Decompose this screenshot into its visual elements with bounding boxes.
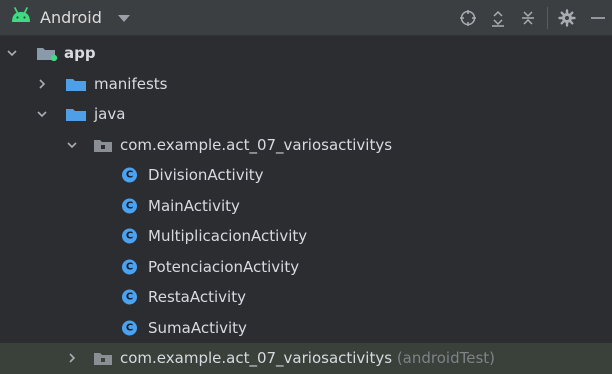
tree-node-package[interactable]: com.example.act_07_variosactivitys: [0, 130, 612, 161]
class-icon: C: [122, 289, 137, 305]
gear-icon[interactable]: [552, 0, 582, 36]
tree-label-package-test: com.example.act_07_variosactivitys (andr…: [120, 349, 495, 367]
folder-icon: [66, 78, 86, 91]
expand-all-icon[interactable]: [483, 0, 513, 36]
class-icon: C: [122, 167, 137, 183]
tree-node-class[interactable]: C RestaActivity: [0, 282, 612, 313]
tree-label-class: PotenciacionActivity: [148, 257, 300, 276]
class-icon: C: [122, 320, 137, 336]
chevron-down-icon[interactable]: [36, 108, 48, 120]
chevron-down-icon[interactable]: [66, 139, 78, 151]
tree-label-java: java: [94, 105, 126, 124]
tree-label-class: MainActivity: [148, 196, 240, 215]
tree-label-class: MultiplicacionActivity: [148, 227, 308, 246]
toolbar-actions: [453, 0, 612, 36]
crosshair-icon[interactable]: [453, 0, 483, 36]
tree-node-java[interactable]: java: [0, 99, 612, 130]
folder-icon: [66, 109, 86, 122]
tree-label-class: SumaActivity: [148, 318, 247, 337]
tree-label-class: DivisionActivity: [148, 166, 264, 185]
package-test-name: com.example.act_07_variosactivitys: [120, 349, 393, 368]
project-toolbar: Android: [0, 0, 612, 36]
minimize-icon[interactable]: [582, 0, 612, 36]
project-panel: Android app manifests java com.example.a…: [0, 0, 612, 374]
chevron-down-icon: [117, 15, 130, 22]
tree-node-class[interactable]: C SumaActivity: [0, 313, 612, 344]
package-test-suffix: (androidTest): [396, 349, 495, 368]
tree-node-manifests[interactable]: manifests: [0, 69, 612, 100]
chevron-down-icon[interactable]: [6, 47, 18, 59]
toolbar-separator: [547, 7, 548, 29]
package-icon: [94, 353, 112, 366]
tree-label-app: app: [64, 44, 96, 63]
tree-label-manifests: manifests: [94, 74, 168, 93]
tree-node-app[interactable]: app: [0, 38, 612, 69]
tree-label-class: RestaActivity: [148, 288, 246, 307]
android-icon: [10, 7, 32, 27]
tree-node-class[interactable]: C MultiplicacionActivity: [0, 221, 612, 252]
tree-node-package-test[interactable]: com.example.act_07_variosactivitys (andr…: [0, 343, 612, 374]
class-icon: C: [122, 228, 137, 244]
class-icon: C: [122, 259, 137, 275]
module-folder-icon: [37, 48, 58, 62]
tree-label-package: com.example.act_07_variosactivitys: [120, 135, 393, 154]
collapse-all-icon[interactable]: [513, 0, 543, 36]
view-selector[interactable]: Android: [10, 4, 130, 30]
project-tree: app manifests java com.example.act_07_va…: [0, 38, 612, 374]
class-icon: C: [122, 198, 137, 214]
chevron-right-icon[interactable]: [36, 78, 48, 90]
tree-node-class[interactable]: C MainActivity: [0, 191, 612, 222]
chevron-right-icon[interactable]: [66, 352, 78, 364]
view-title: Android: [40, 7, 102, 27]
tree-node-class[interactable]: C PotenciacionActivity: [0, 252, 612, 283]
package-icon: [94, 139, 112, 152]
tree-node-class[interactable]: C DivisionActivity: [0, 160, 612, 191]
